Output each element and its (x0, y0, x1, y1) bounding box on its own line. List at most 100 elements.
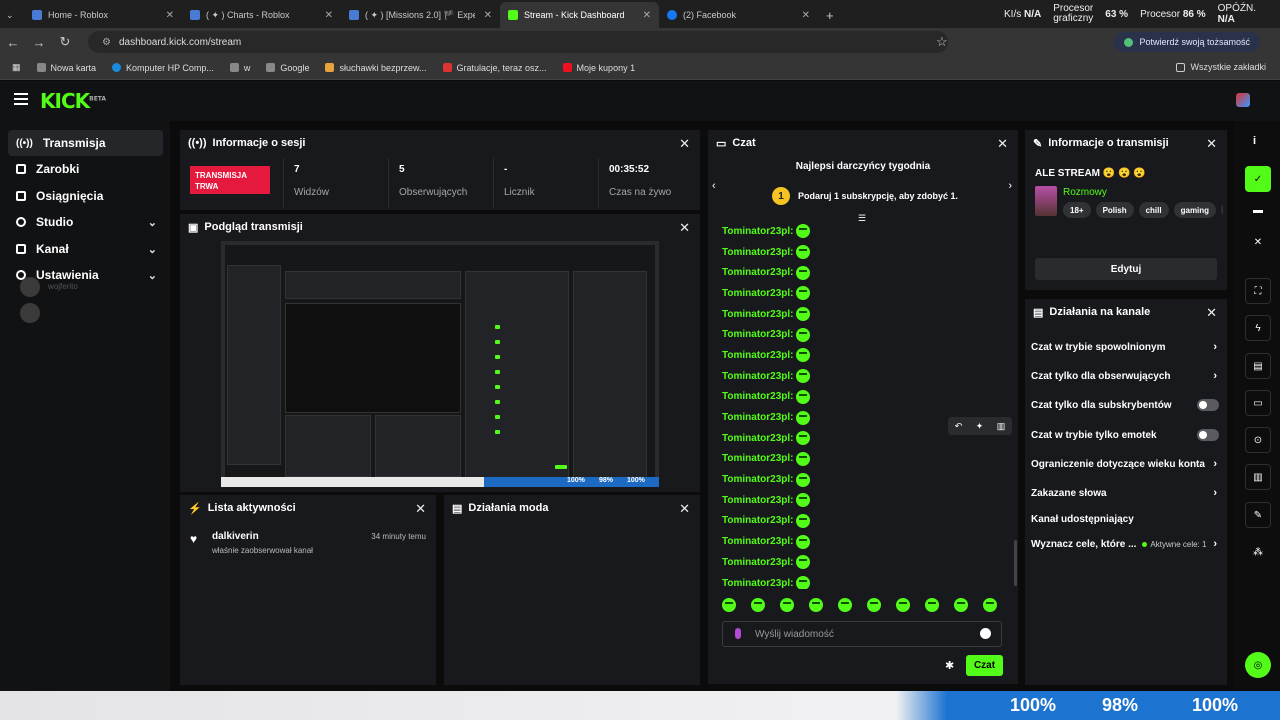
tab-roblox-missions[interactable]: ( ✦ ) [Missions 2.0] 🏴 Expeditio✕ (341, 2, 500, 28)
chat-username[interactable]: Tominator23pl: (722, 412, 793, 423)
chat-message[interactable]: Tominator23pl: (714, 366, 1014, 387)
chat-username[interactable]: Tominator23pl: (722, 557, 793, 568)
close-tab-icon[interactable]: ✕ (325, 10, 333, 21)
action-banned-words[interactable]: Zakazane słowa › (1031, 486, 1221, 500)
chat-username[interactable]: Tominator23pl: (722, 453, 793, 464)
quick-emote-icon[interactable] (925, 598, 939, 612)
quick-emote-icon[interactable] (867, 598, 881, 612)
bookmark-item[interactable]: słuchawki bezprzew... (325, 63, 427, 73)
chat-messages[interactable]: Tominator23pl: Tominator23pl: Tominator23p… (714, 221, 1014, 589)
action-emote-only[interactable]: Czat w trybie tylko emotek (1031, 428, 1221, 442)
mic-icon[interactable] (735, 628, 741, 639)
quick-emote-icon[interactable] (751, 598, 765, 612)
bookmark-item[interactable]: Moje kupony 1 (562, 63, 635, 73)
tab-kick-dashboard[interactable]: Stream - Kick Dashboard ✕ (500, 2, 659, 28)
fullscreen-icon[interactable]: ⛶ (1245, 278, 1271, 304)
action-goals[interactable]: Wyznacz cele, które ... Aktywne cele: 1 › (1031, 537, 1221, 551)
close-icon[interactable]: ✕ (415, 501, 426, 517)
bookmark-item[interactable]: Gratulacje, teraz osz... (442, 63, 547, 73)
bookmark-item[interactable]: Google (266, 63, 309, 73)
url-field[interactable]: ⚙ dashboard.kick.com/stream (88, 31, 948, 53)
chat-icon[interactable]: ▭ (1245, 390, 1271, 416)
close-icon[interactable]: ✕ (1245, 229, 1271, 255)
all-bookmarks[interactable]: Wszystkie zakładki (1176, 62, 1266, 72)
activity-user[interactable]: dalkiverin (212, 531, 259, 542)
tag[interactable]: 18+ (1063, 202, 1091, 218)
chat-username[interactable]: Tominator23pl: (722, 288, 793, 299)
reply-icon[interactable]: ↶ (955, 421, 963, 432)
panel-icon[interactable]: ▥ (1245, 464, 1271, 490)
bookmark-item[interactable]: Nowa karta (36, 63, 96, 73)
chevron-left-icon[interactable]: ‹ (712, 180, 716, 192)
quick-emote-icon[interactable] (983, 598, 997, 612)
sidebar-item-osiagniecia[interactable]: Osiągnięcia (8, 183, 163, 209)
user-avatar[interactable] (1236, 93, 1250, 107)
lightning-icon[interactable]: ϟ (1245, 315, 1271, 341)
action-slow-mode[interactable]: Czat w trybie spowolnionym › (1031, 340, 1221, 354)
close-icon[interactable]: ✕ (679, 136, 690, 152)
action-account-age[interactable]: Ograniczenie dotyczące wieku konta › (1031, 457, 1221, 471)
quick-emote-icon[interactable] (954, 598, 968, 612)
checkmark-button[interactable]: ✓ (1245, 166, 1271, 192)
quick-emote-icon[interactable] (780, 598, 794, 612)
action-subscribers-only[interactable]: Czat tylko dla subskrybentów (1031, 398, 1221, 412)
tag[interactable]: f (1221, 202, 1223, 218)
emote-only-toggle[interactable] (1197, 429, 1219, 441)
close-icon[interactable]: ✕ (679, 501, 690, 517)
chat-message[interactable]: Tominator23pl: (714, 283, 1014, 304)
chat-username[interactable]: Tominator23pl: (722, 495, 793, 506)
document-icon[interactable]: ▤ (1245, 353, 1271, 379)
chat-username[interactable]: Tominator23pl: (722, 309, 793, 320)
emoji-icon[interactable] (980, 628, 991, 639)
kick-logo[interactable]: KICKBETA (40, 89, 106, 113)
tab-facebook[interactable]: (2) Facebook ✕ (659, 2, 818, 28)
chat-username[interactable]: Tominator23pl: (722, 329, 793, 340)
apps-grid-icon[interactable]: ▦ (12, 62, 21, 73)
chat-message[interactable]: Tominator23pl: (714, 387, 1014, 408)
chat-message[interactable]: Tominator23pl: (714, 552, 1014, 573)
chat-message[interactable]: Tominator23pl: (714, 345, 1014, 366)
bookmark-item[interactable]: Komputer HP Comp... (112, 63, 214, 73)
close-icon[interactable]: ✕ (997, 136, 1008, 152)
chat-username[interactable]: Tominator23pl: (722, 371, 793, 382)
verify-identity-button[interactable]: Potwierdź swoją tożsamość (1114, 32, 1260, 52)
trash-icon[interactable]: ▥ (997, 421, 1006, 432)
edit-button[interactable]: Edytuj (1035, 258, 1217, 280)
wrench-icon[interactable]: ✎ (1245, 502, 1271, 528)
quick-emote-icon[interactable] (809, 598, 823, 612)
sidebar-item-kanal[interactable]: Kanał ⌄ (8, 236, 163, 262)
chat-username[interactable]: Tominator23pl: (722, 350, 793, 361)
layout-icon[interactable]: ▬ (1245, 197, 1271, 223)
tab-roblox-charts[interactable]: ( ✦ ) Charts - Roblox ✕ (182, 2, 341, 28)
chat-message[interactable]: Tominator23pl: (714, 469, 1014, 490)
stream-preview-video[interactable]: 100% 98% 100% (221, 241, 659, 487)
chat-username[interactable]: Tominator23pl: (722, 515, 793, 526)
sidebar-item-transmisja[interactable]: ((•)) Transmisja (8, 130, 163, 156)
chat-message[interactable]: Tominator23pl: (714, 221, 1014, 242)
broadcast-icon[interactable]: ⊙ (1245, 427, 1271, 453)
close-tab-icon[interactable]: ✕ (802, 10, 810, 21)
category-link[interactable]: Rozmowy (1063, 187, 1107, 198)
action-sharing-channel[interactable]: Kanał udostępniający (1031, 512, 1221, 526)
subscribers-only-toggle[interactable] (1197, 399, 1219, 411)
shapes-icon[interactable]: ⁂ (1245, 539, 1271, 565)
send-chat-button[interactable]: Czat (966, 655, 1003, 676)
back-icon[interactable]: ← (0, 35, 26, 50)
forward-icon[interactable]: → (26, 35, 52, 50)
quick-emote-icon[interactable] (838, 598, 852, 612)
tag[interactable]: gaming (1173, 202, 1217, 218)
tab-list-button[interactable]: ⌄ (0, 2, 24, 28)
sidebar-item-studio[interactable]: Studio ⌄ (8, 209, 163, 235)
close-icon[interactable]: ✕ (1206, 305, 1217, 321)
chat-username[interactable]: Tominator23pl: (722, 267, 793, 278)
chat-message[interactable]: Tominator23pl: (714, 511, 1014, 532)
chat-message[interactable]: Tominator23pl: (714, 531, 1014, 552)
new-tab-button[interactable]: + (818, 2, 842, 28)
action-followers-only[interactable]: Czat tylko dla obserwujących › (1031, 369, 1221, 383)
tag[interactable]: chill (1138, 202, 1169, 218)
chat-username[interactable]: Tominator23pl: (722, 536, 793, 547)
site-info-icon[interactable]: ⚙ (102, 37, 111, 48)
chat-message-input[interactable]: Wyślij wiadomość (722, 621, 1002, 647)
close-tab-icon[interactable]: ✕ (484, 10, 492, 21)
chat-message[interactable]: Tominator23pl: (714, 262, 1014, 283)
